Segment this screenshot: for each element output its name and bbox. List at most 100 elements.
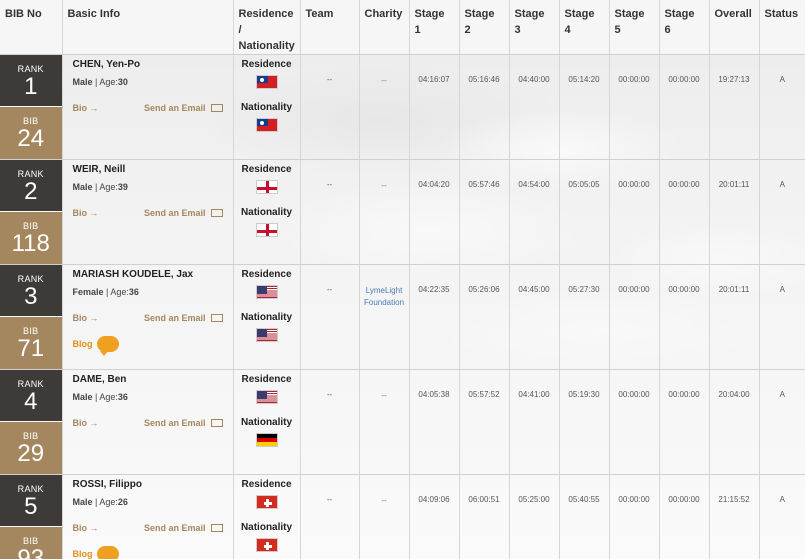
- send-email-link[interactable]: Send an Email: [144, 208, 223, 218]
- rank-label: RANK: [17, 64, 44, 74]
- bio-link[interactable]: Bio →: [73, 313, 99, 323]
- header-bib-no[interactable]: BIB No: [0, 0, 63, 55]
- basic-info-cell: ROSSI, Filippo Male | Age:26 Bio → Send …: [62, 474, 234, 559]
- send-email-label: Send an Email: [143, 418, 206, 428]
- bib-label: BIB: [23, 536, 39, 546]
- stage-5-time: 00:00:00: [609, 159, 660, 265]
- runner-gender: Male: [72, 182, 93, 192]
- results-table: BIB No Basic Info Residence / Nationalit…: [0, 0, 805, 559]
- team-value: --: [300, 159, 360, 265]
- header-charity[interactable]: Charity: [359, 0, 410, 55]
- bio-link[interactable]: Bio →: [73, 523, 99, 533]
- residence-nationality-cell: Residence Nationality: [233, 369, 301, 475]
- rank-number: 3: [24, 283, 38, 310]
- runner-name: CHEN, Yen-Po: [72, 59, 141, 70]
- stage-3-time: 04:45:00: [509, 264, 560, 370]
- nationality-label: Nationality: [240, 312, 293, 323]
- bib-box: BIB 93: [0, 527, 62, 559]
- runner-age: 39: [117, 182, 128, 192]
- stage-6-time: 00:00:00: [659, 159, 710, 265]
- blog-label: Blog: [72, 549, 93, 559]
- age-label: Age:: [99, 77, 118, 87]
- header-status[interactable]: Status: [759, 0, 805, 55]
- bib-number: 93: [17, 545, 45, 559]
- charity-value[interactable]: --: [359, 54, 410, 160]
- bio-link[interactable]: Bio →: [73, 418, 99, 428]
- team-value: --: [300, 264, 360, 370]
- runner-age: 36: [128, 287, 139, 297]
- age-label: Age:: [99, 392, 118, 402]
- runner-name: WEIR, Neill: [72, 164, 126, 175]
- header-stage-3[interactable]: Stage 3: [509, 0, 560, 55]
- stage-3-time: 04:54:00: [509, 159, 560, 265]
- header-stage-6[interactable]: Stage 6: [659, 0, 710, 55]
- send-email-link[interactable]: Send an Email: [144, 418, 223, 428]
- blog-link[interactable]: Blog: [73, 546, 119, 559]
- runner-links: Bio → Send an Email: [73, 208, 223, 218]
- header-stage-5[interactable]: Stage 5: [609, 0, 660, 55]
- residence-label: Residence: [241, 479, 292, 490]
- runner-links: Bio → Send an Email: [73, 418, 223, 428]
- table-row: RANK 1 BIB 24 CHEN, Yen-Po Male | Age:30…: [0, 54, 805, 160]
- status-value: A: [759, 264, 805, 370]
- header-team[interactable]: Team: [300, 0, 360, 55]
- table-row: RANK 2 BIB 118 WEIR, Neill Male | Age:39…: [0, 159, 805, 265]
- stage-4-time: 05:14:20: [559, 54, 610, 160]
- team-value: --: [300, 474, 360, 559]
- runner-meta: Male | Age:39: [73, 182, 229, 192]
- stage-4-time: 05:19:30: [559, 369, 610, 475]
- stage-3-time: 04:41:00: [509, 369, 560, 475]
- runner-gender: Female: [72, 287, 104, 297]
- bib-label: BIB: [23, 221, 39, 231]
- switzerland-nationality-flag-icon: [255, 538, 278, 552]
- table-row: RANK 5 BIB 93 ROSSI, Filippo Male | Age:…: [0, 474, 805, 559]
- runner-gender: Male: [72, 497, 93, 507]
- runner-links: Bio → Send an Email: [73, 103, 223, 113]
- stage-4-time: 05:05:05: [559, 159, 610, 265]
- rank-bib-cell: RANK 5 BIB 93: [0, 474, 63, 559]
- overall-time: 19:27:13: [709, 54, 760, 160]
- table-row: RANK 4 BIB 29 DAME, Ben Male | Age:36 Bi…: [0, 369, 805, 475]
- envelope-icon: [210, 314, 223, 322]
- charity-value[interactable]: LymeLight Foundation: [359, 264, 410, 370]
- charity-value[interactable]: --: [359, 474, 410, 559]
- charity-value[interactable]: --: [359, 369, 410, 475]
- runner-gender: Male: [72, 392, 93, 402]
- blog-link[interactable]: Blog: [73, 336, 119, 356]
- rank-number: 2: [24, 178, 38, 205]
- stage-1-time: 04:22:35: [409, 264, 460, 370]
- table-row: RANK 3 BIB 71 MARIASH KOUDELE, Jax Femal…: [0, 264, 805, 370]
- header-residence-nationality[interactable]: Residence / Nationality: [233, 0, 301, 55]
- runner-meta: Female | Age:36: [73, 287, 229, 297]
- bib-label: BIB: [23, 431, 39, 441]
- stage-2-time: 05:57:52: [459, 369, 510, 475]
- status-value: A: [759, 159, 805, 265]
- header-overall[interactable]: Overall: [709, 0, 760, 55]
- send-email-link[interactable]: Send an Email: [144, 103, 223, 113]
- stage-4-time: 05:40:55: [559, 474, 610, 559]
- overall-time: 20:04:00: [709, 369, 760, 475]
- runner-meta: Male | Age:26: [73, 497, 229, 507]
- rank-label: RANK: [17, 274, 44, 284]
- stage-3-time: 05:25:00: [509, 474, 560, 559]
- stage-1-time: 04:04:20: [409, 159, 460, 265]
- header-stage-4[interactable]: Stage 4: [559, 0, 610, 55]
- header-stage-2[interactable]: Stage 2: [459, 0, 510, 55]
- rank-box: RANK 1: [0, 55, 62, 107]
- bib-box: BIB 29: [0, 422, 62, 474]
- basic-info-cell: DAME, Ben Male | Age:36 Bio → Send an Em…: [62, 369, 234, 475]
- bio-link[interactable]: Bio →: [73, 208, 99, 218]
- header-basic-info[interactable]: Basic Info: [62, 0, 234, 55]
- send-email-link[interactable]: Send an Email: [144, 313, 223, 323]
- bib-box: BIB 71: [0, 317, 62, 369]
- usa-residence-flag-icon: [255, 285, 278, 299]
- stage-6-time: 00:00:00: [659, 264, 710, 370]
- bio-link[interactable]: Bio →: [73, 103, 99, 113]
- send-email-label: Send an Email: [143, 523, 206, 533]
- send-email-link[interactable]: Send an Email: [144, 523, 223, 533]
- age-label: Age:: [99, 182, 118, 192]
- header-stage-1[interactable]: Stage 1: [409, 0, 460, 55]
- runner-gender: Male: [72, 77, 93, 87]
- envelope-icon: [210, 524, 223, 532]
- charity-value[interactable]: --: [359, 159, 410, 265]
